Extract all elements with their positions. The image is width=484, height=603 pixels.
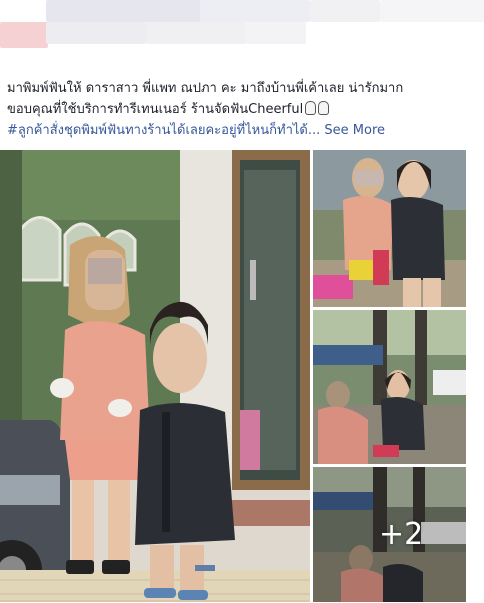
facebook-post: มาพิมพ์ฟันให้ ดาราสาว พี่แพท ณปภา คะ มาถ… [0, 0, 484, 603]
photo-thumbnail-1-image [313, 150, 466, 307]
post-header-blurred [0, 0, 484, 66]
photo-main-image [0, 150, 310, 602]
photo-thumbnail-1[interactable] [313, 150, 466, 307]
blur-block [46, 0, 202, 22]
blur-block [310, 0, 380, 22]
post-text-line-2: ขอบคุณที่ใช้บริการทำรีเทนเนอร์ ร้านจัดฟั… [7, 99, 477, 120]
blur-block [200, 0, 310, 22]
post-text-line-1: มาพิมพ์ฟันให้ ดาราสาว พี่แพท ณปภา คะ มาถ… [7, 78, 477, 99]
post-text-line-1-text: มาพิมพ์ฟันให้ ดาราสาว พี่แพท ณปภา คะ มาถ… [7, 81, 404, 96]
see-more-link[interactable]: See More [324, 123, 385, 138]
more-photos-count: +2 [379, 517, 424, 552]
post-text-line-2-text: ขอบคุณที่ใช้บริการทำรีเทนเนอร์ ร้านจัดฟั… [7, 102, 304, 117]
blur-block [46, 22, 146, 44]
hashtag-link[interactable]: #ลูกค้าสั่งชุดพิมพ์ฟันทางร้านได้เลยคะอยู… [7, 123, 320, 138]
blur-block [246, 22, 306, 44]
photo-main[interactable] [0, 150, 310, 602]
post-text: มาพิมพ์ฟันให้ ดาราสาว พี่แพท ณปภา คะ มาถ… [7, 78, 477, 141]
photo-thumbnail-2-image [313, 310, 466, 464]
hand-emoji-icon [318, 101, 330, 115]
photo-grid: +2 [0, 150, 470, 602]
blur-block [146, 22, 246, 44]
blur-block [380, 0, 484, 22]
photo-thumbnail-2[interactable] [313, 310, 466, 464]
photo-thumbnail-3-more[interactable]: +2 [313, 467, 466, 602]
profile-avatar-blurred[interactable] [0, 22, 48, 48]
post-text-line-3: #ลูกค้าสั่งชุดพิมพ์ฟันทางร้านได้เลยคะอยู… [7, 120, 477, 141]
hand-emoji-icon [305, 101, 317, 115]
